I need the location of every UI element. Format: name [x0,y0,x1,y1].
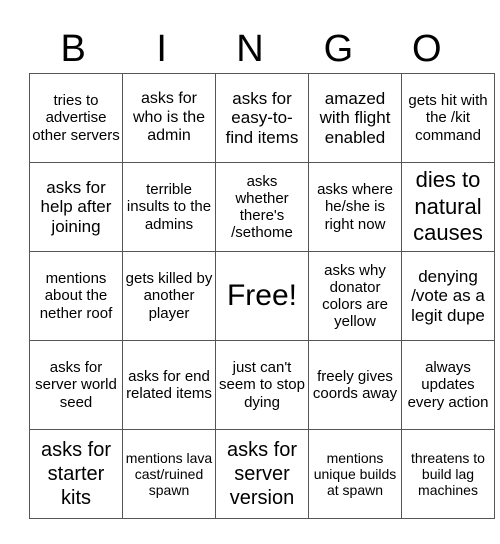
grid-row: asks for starter kits mentions lava cast… [29,429,495,519]
header-letter-n: N [236,28,264,70]
bingo-header: B I N G O [29,28,471,70]
grid-row: mentions about the nether roof gets kill… [29,251,495,341]
bingo-cell[interactable]: asks for end related items [122,340,216,430]
bingo-cell[interactable]: mentions about the nether roof [29,251,123,341]
bingo-cell[interactable]: terrible insults to the admins [122,162,216,252]
header-letter-g: G [323,28,354,70]
bingo-cell[interactable]: mentions unique builds at spawn [308,429,402,519]
bingo-cell[interactable]: gets hit with the /kit command [401,73,495,163]
grid-row: tries to advertise other servers asks fo… [29,73,495,163]
header-letter-o: O [412,28,442,70]
header-letter-i: I [156,28,167,70]
bingo-cell[interactable]: always updates every action [401,340,495,430]
grid-row: asks for help after joining terrible ins… [29,162,495,252]
free-space-cell[interactable]: Free! [215,251,309,341]
bingo-cell[interactable]: denying /vote as a legit dupe [401,251,495,341]
bingo-cell[interactable]: asks why donator colors are yellow [308,251,402,341]
bingo-grid: tries to advertise other servers asks fo… [29,73,495,519]
bingo-cell[interactable]: amazed with flight enabled [308,73,402,163]
bingo-cell[interactable]: asks where he/she is right now [308,162,402,252]
bingo-cell[interactable]: just can't seem to stop dying [215,340,309,430]
bingo-cell[interactable]: asks for starter kits [29,429,123,519]
header-letter-b: B [60,28,86,70]
bingo-cell[interactable]: asks whether there's /sethome [215,162,309,252]
bingo-cell[interactable]: mentions lava cast/ruined spawn [122,429,216,519]
bingo-cell[interactable]: dies to natural causes [401,162,495,252]
bingo-cell[interactable]: threatens to build lag machines [401,429,495,519]
bingo-cell[interactable]: tries to advertise other servers [29,73,123,163]
bingo-cell[interactable]: asks for easy-to-find items [215,73,309,163]
bingo-cell[interactable]: asks for server version [215,429,309,519]
bingo-cell[interactable]: asks for server world seed [29,340,123,430]
bingo-cell[interactable]: asks for help after joining [29,162,123,252]
bingo-cell[interactable]: freely gives coords away [308,340,402,430]
bingo-cell[interactable]: gets killed by another player [122,251,216,341]
grid-row: asks for server world seed asks for end … [29,340,495,430]
bingo-cell[interactable]: asks for who is the admin [122,73,216,163]
